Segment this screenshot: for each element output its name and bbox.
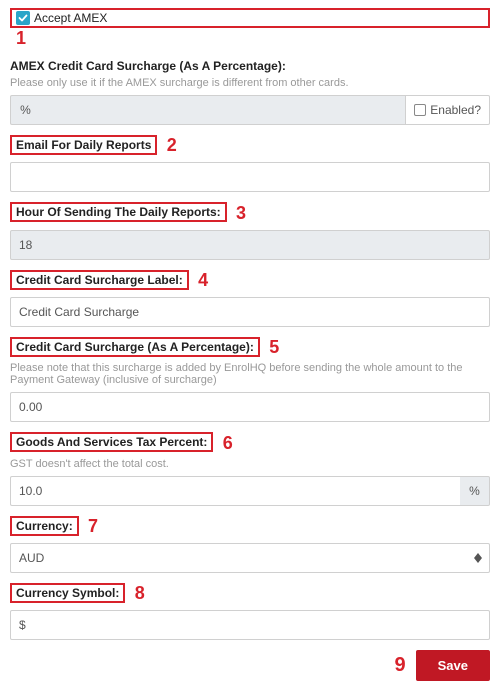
- annotation-9: 9: [395, 654, 406, 677]
- save-button[interactable]: Save: [416, 650, 490, 681]
- email-reports-label: Email For Daily Reports: [10, 135, 157, 155]
- annotation-8: 8: [135, 583, 145, 604]
- accept-amex-checkbox[interactable]: [16, 11, 30, 25]
- cc-surcharge-label-input[interactable]: [10, 297, 490, 327]
- annotation-2: 2: [167, 135, 177, 156]
- currency-select[interactable]: AUD: [10, 543, 490, 573]
- percent-suffix: %: [460, 476, 490, 506]
- enabled-label: Enabled?: [430, 103, 481, 117]
- annotation-6: 6: [223, 433, 233, 454]
- email-reports-input[interactable]: [10, 162, 490, 192]
- annotation-1: 1: [16, 28, 26, 49]
- accept-amex-label: Accept AMEX: [34, 11, 107, 25]
- gst-label: Goods And Services Tax Percent:: [10, 432, 213, 452]
- annotation-3: 3: [236, 203, 246, 224]
- cc-surcharge-pct-label: Credit Card Surcharge (As A Percentage):: [10, 337, 260, 357]
- amex-surcharge-input[interactable]: [40, 95, 406, 125]
- hour-reports-input[interactable]: [10, 230, 490, 260]
- amex-enabled-toggle[interactable]: Enabled?: [406, 95, 490, 125]
- cc-surcharge-pct-input[interactable]: [10, 392, 490, 422]
- currency-label: Currency:: [10, 516, 79, 536]
- cc-surcharge-helper: Please note that this surcharge is added…: [10, 362, 490, 386]
- select-arrows-icon: [474, 553, 482, 563]
- gst-helper: GST doesn't affect the total cost.: [10, 458, 490, 470]
- amex-surcharge-heading: AMEX Credit Card Surcharge (As A Percent…: [10, 59, 490, 73]
- annotation-4: 4: [198, 270, 208, 291]
- annotation-7: 7: [88, 516, 98, 537]
- gst-input[interactable]: [10, 476, 460, 506]
- percent-prefix: %: [10, 95, 40, 125]
- currency-symbol-label: Currency Symbol:: [10, 583, 125, 603]
- annotation-5: 5: [269, 337, 279, 358]
- hour-reports-label: Hour Of Sending The Daily Reports:: [10, 202, 227, 222]
- amex-surcharge-helper: Please only use it if the AMEX surcharge…: [10, 77, 490, 89]
- checkbox-icon: [414, 104, 426, 116]
- currency-symbol-input[interactable]: [10, 610, 490, 640]
- cc-surcharge-label-label: Credit Card Surcharge Label:: [10, 270, 189, 290]
